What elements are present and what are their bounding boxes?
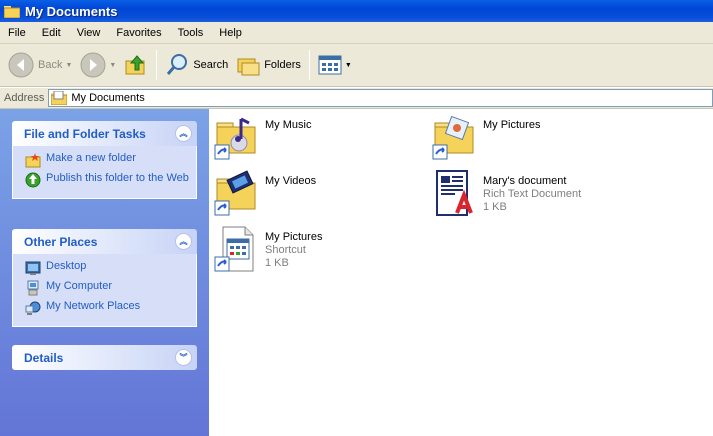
item-size: 1 KB: [265, 257, 289, 269]
item-type: Shortcut: [265, 244, 306, 256]
panel-header[interactable]: Other Places ︽: [12, 229, 197, 254]
details-panel: Details ︾: [12, 345, 197, 370]
item-name: My Pictures: [265, 231, 323, 243]
toolbar-separator: [156, 50, 158, 80]
collapse-icon[interactable]: ︽: [175, 233, 192, 250]
place-label: My Network Places: [46, 300, 141, 312]
panel-header[interactable]: Details ︾: [12, 345, 197, 370]
item-label: Mary's document Rich Text Document 1 KB: [483, 175, 581, 214]
item-type: Rich Text Document: [483, 188, 582, 200]
panel-title: Details: [24, 350, 64, 365]
pictures-folder-icon: [432, 115, 474, 160]
place-label: My Computer: [46, 280, 113, 292]
item-label: My Pictures: [483, 119, 540, 132]
folders-label: Folders: [264, 59, 301, 71]
item-name: My Videos: [265, 175, 317, 187]
item-size: 1 KB: [483, 201, 507, 213]
video-folder-icon: [214, 170, 256, 216]
panel-header[interactable]: File and Folder Tasks ︽: [12, 121, 197, 146]
chevron-down-icon[interactable]: ▼: [109, 62, 116, 69]
file-list: My Music My Pictures My Videos Mary's do…: [209, 109, 713, 436]
folders-icon: [237, 58, 260, 76]
chevron-down-icon[interactable]: ▼: [65, 62, 72, 69]
forward-arrow-icon: [80, 52, 106, 78]
globe-icon: [25, 172, 41, 188]
menu-bar: File Edit View Favorites Tools Help: [0, 22, 713, 44]
panel-title: Other Places: [24, 234, 98, 249]
back-label: Back: [38, 59, 63, 71]
collapse-icon[interactable]: ︽: [175, 125, 192, 142]
shortcut-file-icon: [214, 226, 254, 272]
task-pane: File and Folder Tasks ︽ Make a new folde…: [0, 109, 209, 436]
item-label: My Pictures Shortcut 1 KB: [265, 231, 322, 270]
search-label: Search: [193, 59, 229, 71]
up-folder-icon: [125, 55, 145, 75]
panel-title: File and Folder Tasks: [24, 126, 146, 141]
make-new-folder-link[interactable]: Make a new folder: [25, 152, 190, 168]
toolbar: Back ▼ ▼ Search Folders ▼: [0, 44, 713, 87]
menu-tools[interactable]: Tools: [170, 27, 212, 39]
menu-file[interactable]: File: [0, 27, 34, 39]
folders-button[interactable]: Folders: [232, 48, 305, 82]
folder-icon: [51, 91, 68, 105]
rtf-document-icon: [436, 170, 473, 216]
address-input[interactable]: My Documents: [48, 89, 713, 107]
panel-body: Desktop My Computer My Network Places: [12, 254, 197, 327]
item-name: Mary's document: [483, 175, 567, 187]
file-item-my-pictures-folder[interactable]: My Pictures: [431, 113, 540, 161]
item-label: My Music: [265, 119, 311, 132]
file-item-my-music[interactable]: My Music: [213, 113, 311, 161]
views-button[interactable]: ▼: [314, 48, 356, 82]
item-name: My Music: [265, 119, 312, 131]
search-button[interactable]: Search: [161, 48, 232, 82]
network-icon: [25, 301, 41, 315]
file-item-marys-document[interactable]: Mary's document Rich Text Document 1 KB: [431, 169, 581, 217]
toolbar-separator: [308, 50, 310, 80]
address-value: My Documents: [71, 92, 145, 104]
place-label: Desktop: [46, 260, 87, 272]
up-folder-button[interactable]: [120, 48, 152, 82]
item-name: My Pictures: [483, 119, 541, 131]
search-icon: [167, 54, 188, 75]
menu-view[interactable]: View: [69, 27, 109, 39]
task-label: Publish this folder to the Web: [46, 172, 189, 184]
chevron-down-icon[interactable]: ▼: [345, 62, 352, 69]
file-item-my-pictures-shortcut[interactable]: My Pictures Shortcut 1 KB: [213, 225, 322, 273]
desktop-link[interactable]: Desktop: [25, 260, 190, 276]
other-places-panel: Other Places ︽ Desktop My Computer My Ne…: [12, 229, 197, 327]
menu-help[interactable]: Help: [211, 27, 250, 39]
folder-icon: [4, 6, 20, 18]
my-computer-link[interactable]: My Computer: [25, 280, 190, 296]
menu-edit[interactable]: Edit: [34, 27, 69, 39]
forward-button[interactable]: ▼: [76, 48, 120, 82]
expand-icon[interactable]: ︾: [175, 349, 192, 366]
panel-body: Make a new folder Publish this folder to…: [12, 146, 197, 199]
task-label: Make a new folder: [46, 152, 136, 164]
title-bar[interactable]: My Documents: [0, 0, 713, 22]
views-icon: [318, 55, 342, 75]
desktop-icon: [25, 261, 41, 275]
publish-web-link[interactable]: Publish this folder to the Web: [25, 172, 190, 188]
menu-favorites[interactable]: Favorites: [108, 27, 169, 39]
item-label: My Videos: [265, 175, 316, 188]
back-button[interactable]: Back ▼: [4, 48, 76, 82]
address-label: Address: [4, 92, 45, 104]
new-folder-icon: [25, 153, 41, 168]
file-folder-tasks-panel: File and Folder Tasks ︽ Make a new folde…: [12, 121, 197, 199]
music-folder-icon: [214, 117, 256, 160]
back-arrow-icon: [8, 52, 34, 78]
my-network-places-link[interactable]: My Network Places: [25, 300, 190, 316]
address-bar: Address My Documents: [0, 88, 713, 109]
computer-icon: [27, 280, 39, 296]
file-item-my-videos[interactable]: My Videos: [213, 169, 316, 217]
window-title: My Documents: [25, 3, 118, 19]
